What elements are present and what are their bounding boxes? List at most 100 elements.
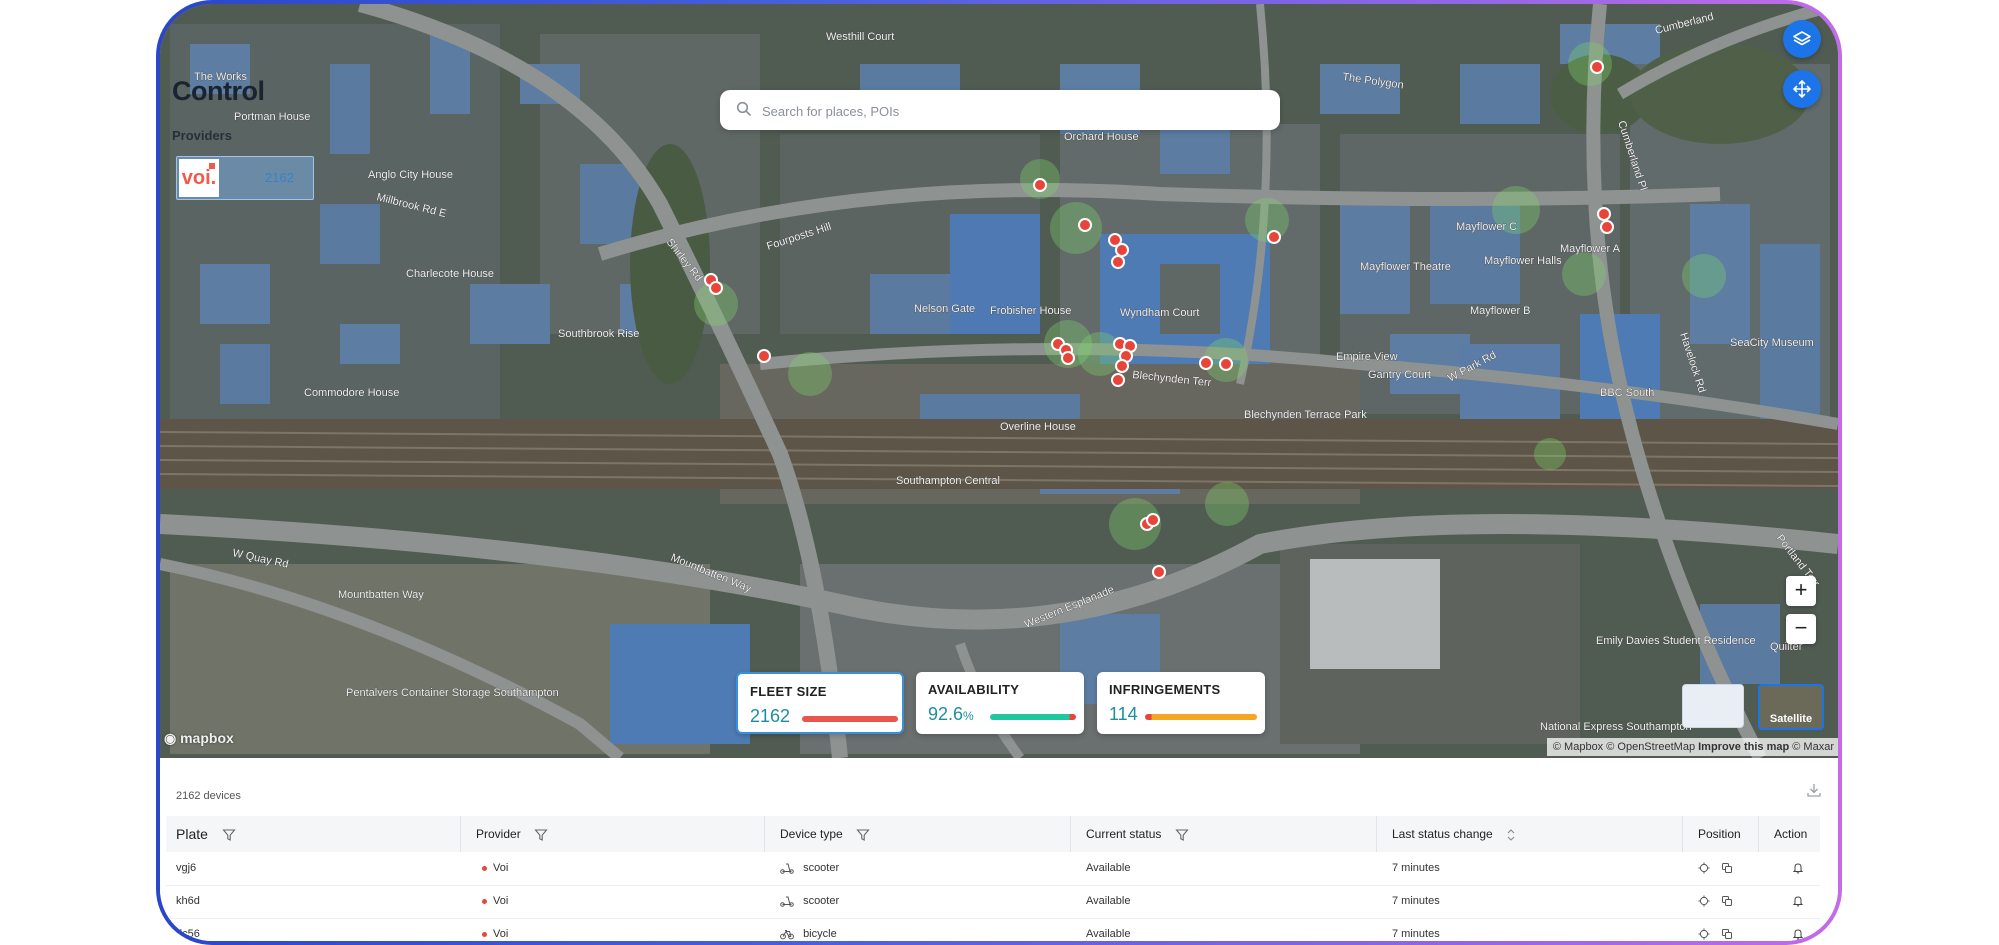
status-cell: Available bbox=[1086, 928, 1131, 940]
column-header-plate[interactable]: Plate bbox=[176, 816, 236, 852]
table-row[interactable]: 7c56 Voi bicycle Available 7 minutes bbox=[166, 918, 1820, 941]
sort-icon[interactable] bbox=[1506, 828, 1516, 842]
column-header-current-status[interactable]: Current status bbox=[1086, 816, 1189, 852]
map-label: Mayflower Halls bbox=[1484, 255, 1562, 267]
table-row[interactable]: kh6d Voi scooter Available 7 minutes bbox=[166, 885, 1820, 919]
app-window: The Works Portman House Anglo City House… bbox=[156, 0, 1842, 945]
fleet-size-bar bbox=[802, 716, 898, 722]
availability-bar bbox=[990, 714, 1076, 720]
position-cell bbox=[1698, 852, 1733, 885]
satellite-label: Satellite bbox=[1769, 713, 1813, 725]
position-cell bbox=[1698, 885, 1733, 918]
map-style-default-thumb[interactable] bbox=[1682, 684, 1744, 728]
map-label: Blechynden Terrace Park bbox=[1244, 409, 1367, 421]
column-divider[interactable] bbox=[1376, 816, 1377, 852]
provider-card-voi[interactable]: voi. 2162 bbox=[176, 156, 314, 200]
device-type-cell: bicycle bbox=[780, 918, 837, 941]
map-label: Southbrook Rise bbox=[558, 328, 639, 340]
last-change-cell: 7 minutes bbox=[1392, 928, 1440, 940]
map-label: Frobisher House bbox=[990, 305, 1071, 317]
move-button[interactable] bbox=[1783, 70, 1821, 108]
provider-name: Voi bbox=[493, 862, 509, 874]
map-label: Mayflower C bbox=[1456, 221, 1517, 233]
zoom-out-button[interactable]: − bbox=[1786, 614, 1816, 644]
provider-name: Voi bbox=[493, 928, 509, 940]
map-label: Mayflower A bbox=[1560, 243, 1621, 255]
provider-cell: Voi bbox=[482, 918, 509, 941]
filter-icon[interactable] bbox=[222, 828, 236, 842]
stat-card-availability[interactable]: AVAILABILITY 92.6% bbox=[916, 672, 1084, 734]
layers-icon bbox=[1793, 31, 1811, 46]
copy-icon[interactable] bbox=[1721, 928, 1733, 940]
action-cell bbox=[1792, 885, 1804, 918]
action-cell bbox=[1792, 852, 1804, 885]
bell-icon[interactable] bbox=[1792, 895, 1804, 907]
bell-icon[interactable] bbox=[1792, 862, 1804, 874]
filter-icon[interactable] bbox=[534, 828, 548, 842]
search-icon bbox=[736, 101, 751, 116]
column-label: Current status bbox=[1086, 827, 1162, 841]
column-header-provider[interactable]: Provider bbox=[476, 816, 548, 852]
map-label: Gantry Court bbox=[1368, 369, 1431, 381]
column-header-last-status-change[interactable]: Last status change bbox=[1392, 816, 1516, 852]
attribution-copyright[interactable]: © Mapbox © OpenStreetMap bbox=[1553, 741, 1695, 753]
table-row[interactable]: vgj6 Voi scooter Available 7 minutes bbox=[166, 852, 1820, 886]
column-divider[interactable] bbox=[1758, 816, 1759, 852]
map-label: National Express Southampton bbox=[1540, 721, 1692, 733]
map-label: Portman House bbox=[234, 111, 310, 123]
copy-icon[interactable] bbox=[1721, 895, 1733, 907]
improve-map-link[interactable]: Improve this map bbox=[1698, 741, 1789, 753]
search-bar[interactable] bbox=[720, 90, 1280, 132]
mapbox-logo-icon: ◉ bbox=[164, 730, 181, 746]
map-style-satellite-thumb[interactable]: Satellite bbox=[1758, 684, 1824, 730]
stat-label: INFRINGEMENTS bbox=[1109, 682, 1221, 697]
filter-icon[interactable] bbox=[856, 828, 870, 842]
column-divider[interactable] bbox=[764, 816, 765, 852]
table-header: Plate Provider Device type Current statu… bbox=[166, 816, 1820, 852]
layers-button[interactable] bbox=[1783, 20, 1821, 58]
column-divider[interactable] bbox=[1070, 816, 1071, 852]
map-label: Southampton Central bbox=[896, 475, 1000, 487]
voi-logo-text: voi. bbox=[181, 167, 217, 189]
attribution-maxar[interactable]: © Maxar bbox=[1792, 741, 1834, 753]
plate-cell: vgj6 bbox=[176, 862, 197, 874]
stat-value-number: 2162 bbox=[750, 706, 791, 726]
stat-card-fleet-size[interactable]: FLEET SIZE 2162 bbox=[736, 672, 904, 734]
crosshair-icon[interactable] bbox=[1698, 862, 1710, 874]
position-cell bbox=[1698, 918, 1733, 941]
column-header-position: Position bbox=[1698, 827, 1741, 841]
app-title: Control bbox=[172, 76, 265, 106]
map-label: Orchard House bbox=[1064, 131, 1139, 143]
column-label: Provider bbox=[476, 827, 521, 841]
search-input[interactable] bbox=[760, 90, 1264, 132]
provider-dot bbox=[482, 898, 487, 904]
action-cell bbox=[1792, 918, 1804, 941]
app-brand: Control Providers bbox=[172, 76, 265, 143]
copy-icon[interactable] bbox=[1721, 862, 1733, 874]
bell-icon[interactable] bbox=[1792, 928, 1804, 940]
last-change-cell: 7 minutes bbox=[1392, 862, 1440, 874]
download-icon[interactable] bbox=[1806, 782, 1822, 798]
plate-cell: kh6d bbox=[176, 895, 200, 907]
scooter-icon bbox=[780, 896, 794, 907]
map-label: Empire View bbox=[1336, 351, 1398, 363]
map-label: SeaCity Museum bbox=[1730, 337, 1814, 349]
map-label: Wyndham Court bbox=[1120, 307, 1199, 319]
crosshair-icon[interactable] bbox=[1698, 895, 1710, 907]
providers-label: Providers bbox=[172, 128, 232, 143]
map-view[interactable]: The Works Portman House Anglo City House… bbox=[160, 4, 1838, 758]
crosshair-icon[interactable] bbox=[1698, 928, 1710, 940]
column-divider[interactable] bbox=[460, 816, 461, 852]
column-label: Plate bbox=[176, 826, 208, 842]
stat-card-infringements[interactable]: INFRINGEMENTS 114 bbox=[1097, 672, 1265, 734]
status-cell: Available bbox=[1086, 895, 1131, 907]
bicycle-icon bbox=[780, 930, 794, 940]
filter-icon[interactable] bbox=[1175, 828, 1189, 842]
stat-label: FLEET SIZE bbox=[750, 684, 827, 699]
column-divider[interactable] bbox=[1682, 816, 1683, 852]
map-label: Mountbatten Way bbox=[338, 589, 424, 601]
map-label: Commodore House bbox=[304, 387, 399, 399]
last-change-cell: 7 minutes bbox=[1392, 895, 1440, 907]
column-header-device-type[interactable]: Device type bbox=[780, 816, 870, 852]
zoom-in-button[interactable]: + bbox=[1786, 576, 1816, 606]
